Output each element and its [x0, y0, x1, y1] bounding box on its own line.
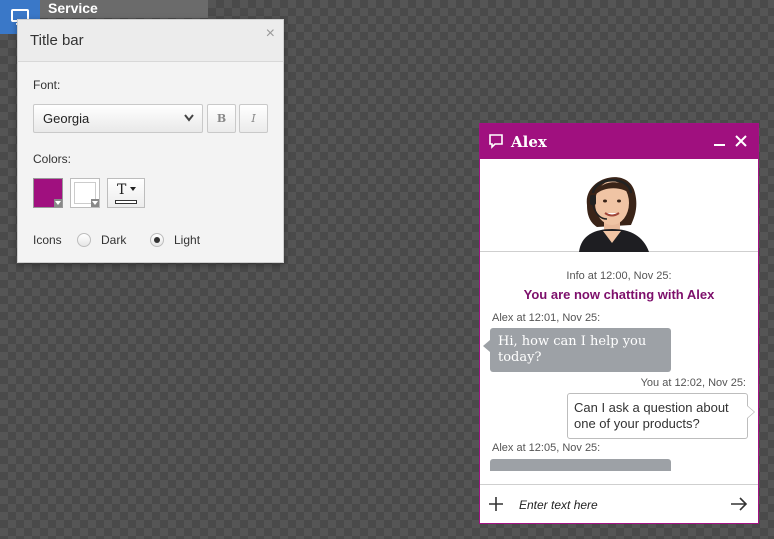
message-list: Info at 12:00, Nov 25: You are now chatt… — [480, 252, 758, 485]
text-color-button[interactable]: T — [107, 178, 145, 208]
agent-name: Alex — [511, 133, 547, 151]
dropdown-corner-icon — [54, 199, 62, 207]
bold-button[interactable]: B — [207, 104, 236, 133]
status-message: You are now chatting with Alex — [523, 287, 715, 302]
caret-down-icon — [130, 187, 136, 191]
colors-label: Colors: — [33, 152, 72, 166]
send-arrow-icon[interactable] — [730, 496, 748, 512]
info-timestamp: Info at 12:00, Nov 25: — [566, 270, 672, 282]
chat-header: Alex — [480, 124, 758, 159]
agent-photo-area — [480, 159, 758, 252]
user-message: Can I ask a question about one of your p… — [567, 393, 755, 439]
user-timestamp: You at 12:02, Nov 25: — [640, 377, 746, 389]
chat-bubble-icon — [489, 134, 503, 149]
message-input[interactable]: Enter text here — [519, 498, 598, 512]
panel-title: Title bar — [30, 32, 84, 49]
panel-header: Title bar × — [18, 20, 283, 62]
agent-avatar — [579, 177, 649, 252]
agent-message: Hi, how can I help you today? — [483, 328, 671, 372]
font-select[interactable]: Georgia — [33, 104, 203, 133]
close-icon[interactable] — [734, 134, 748, 148]
icons-label: Icons — [33, 233, 62, 247]
background-color-swatch[interactable] — [33, 178, 63, 208]
text-color-bar — [115, 200, 137, 204]
icons-light-label: Light — [174, 233, 201, 247]
chat-widget: Alex Info at 12:00, Nov 25: You are now … — [479, 123, 759, 524]
agent-message-partial — [490, 459, 671, 471]
title-bar-settings-panel: Title bar × Font: Georgia B I Colors: T … — [17, 19, 284, 263]
chat-input-bar: Enter text here — [480, 484, 758, 523]
agent-timestamp: Alex at 12:05, Nov 25: — [492, 442, 601, 454]
italic-button[interactable]: I — [239, 104, 268, 133]
service-tab[interactable]: Service — [40, 0, 208, 18]
minimize-icon[interactable] — [714, 144, 725, 146]
font-select-value: Georgia — [43, 111, 90, 126]
plus-icon[interactable] — [488, 496, 504, 512]
icons-light-radio[interactable] — [150, 233, 164, 247]
icons-dark-radio[interactable] — [77, 233, 91, 247]
border-color-swatch[interactable] — [70, 178, 100, 208]
icons-dark-label: Dark — [101, 233, 127, 247]
dropdown-corner-icon — [91, 199, 99, 207]
text-color-icon: T — [117, 182, 127, 198]
close-icon[interactable]: × — [266, 25, 275, 43]
agent-timestamp: Alex at 12:01, Nov 25: — [492, 312, 601, 324]
font-label: Font: — [33, 78, 61, 92]
chevron-down-icon — [184, 114, 194, 122]
